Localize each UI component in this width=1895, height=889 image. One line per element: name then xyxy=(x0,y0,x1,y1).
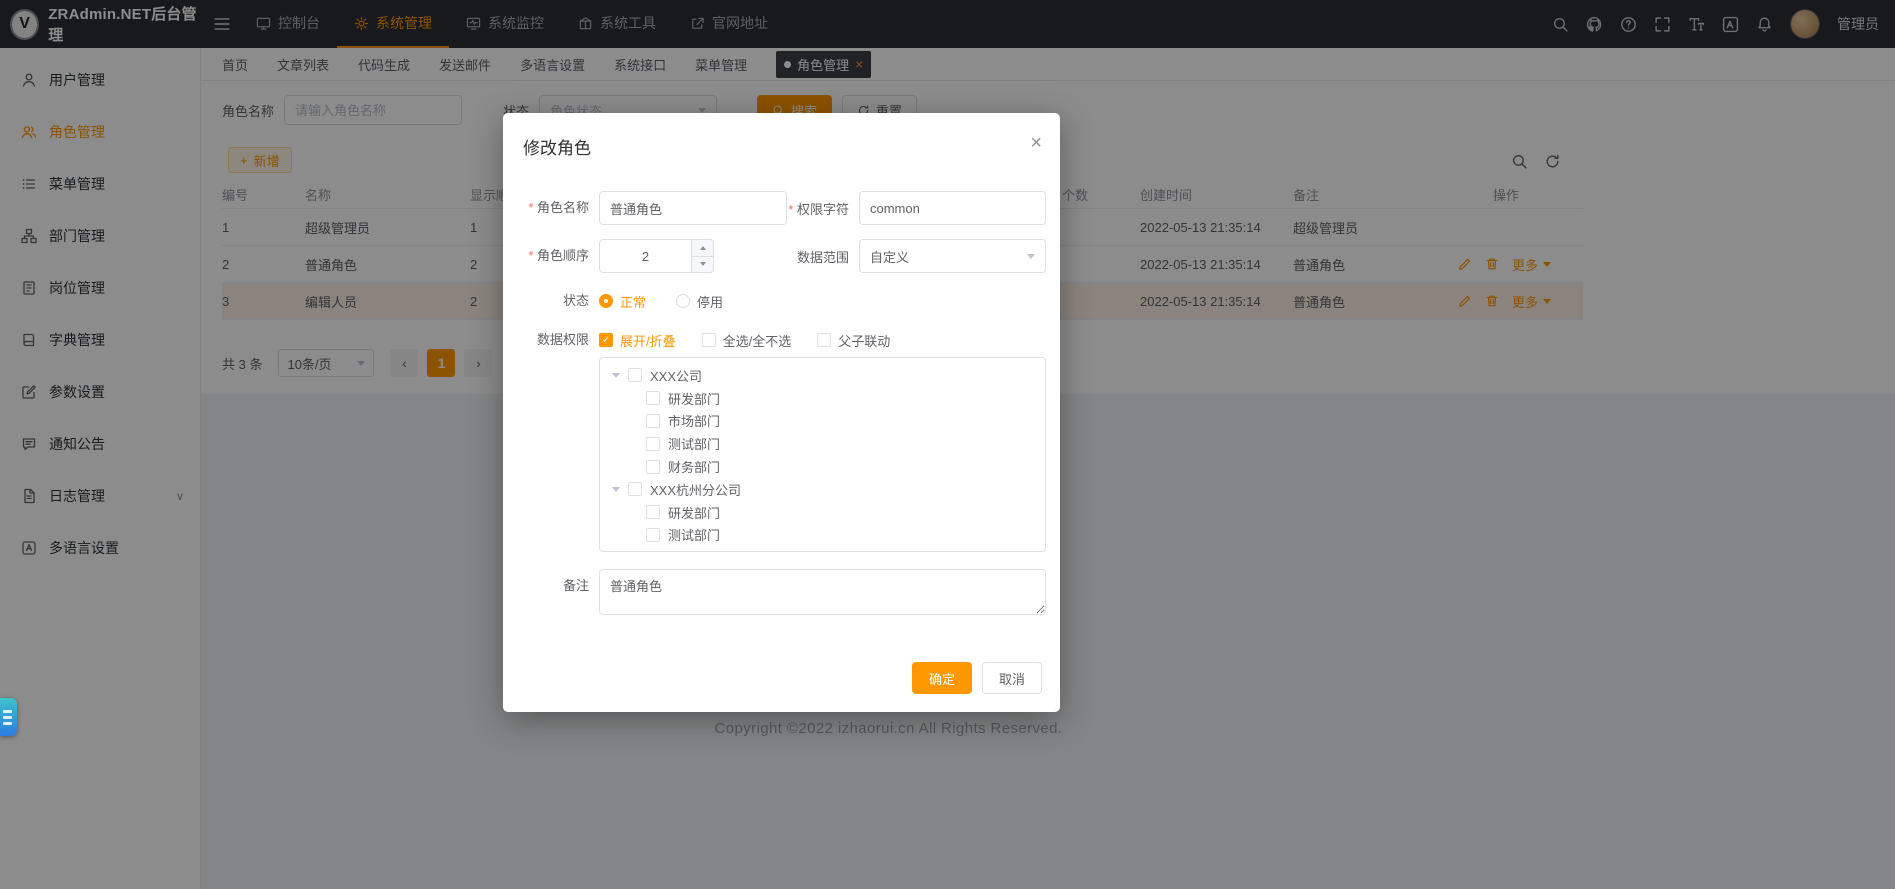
tree-checkbox[interactable] xyxy=(646,505,660,519)
chevron-down-icon xyxy=(1027,254,1035,259)
tree-node-label: 研发部门 xyxy=(668,389,720,408)
status-radio-normal[interactable]: 正常 xyxy=(599,292,646,311)
stepper-up-icon[interactable] xyxy=(692,240,713,257)
data-scope-select[interactable]: 自定义 xyxy=(859,239,1046,273)
checkbox-label: 全选/全不选 xyxy=(723,331,792,350)
tree-expand-icon[interactable] xyxy=(612,487,620,492)
checkbox-label: 展开/折叠 xyxy=(620,331,676,350)
perm-char-label: 权限字符 xyxy=(787,199,859,218)
radio-label: 正常 xyxy=(620,292,646,311)
tree-node-label: XXX杭州分公司 xyxy=(650,480,741,499)
tree-node-label: 测试部门 xyxy=(668,525,720,544)
radio-checked-icon xyxy=(599,294,613,308)
tree-node-label: 市场部门 xyxy=(668,411,720,430)
tree-node-label: 测试部门 xyxy=(668,434,720,453)
remark-label: 备注 xyxy=(517,569,599,615)
tree-node[interactable]: XXX杭州分公司 xyxy=(600,478,1045,501)
parent-child-link-checkbox[interactable]: 父子联动 xyxy=(817,331,890,350)
expand-collapse-checkbox[interactable]: ✓ 展开/折叠 xyxy=(599,331,676,350)
checkbox-checked-icon: ✓ xyxy=(599,333,613,347)
tree-node-label: 财务部门 xyxy=(668,457,720,476)
permission-tree: XXX公司 研发部门 市场部门 测试部门 xyxy=(599,357,1046,552)
dialog-title: 修改角色 xyxy=(503,113,1060,159)
edit-role-dialog: 修改角色 × 角色名称 权限字符 角色顺序 xyxy=(503,113,1060,712)
tree-checkbox[interactable] xyxy=(628,368,642,382)
dialog-body: 角色名称 权限字符 角色顺序 数据范围 xyxy=(503,159,1060,615)
perm-char-input[interactable] xyxy=(859,191,1046,225)
dialog-close-icon[interactable]: × xyxy=(1030,133,1042,153)
tree-checkbox[interactable] xyxy=(628,482,642,496)
widget-bar xyxy=(3,716,12,719)
radio-unchecked-icon xyxy=(676,294,690,308)
tree-node[interactable]: 研发部门 xyxy=(600,501,1045,524)
role-name-input[interactable] xyxy=(599,191,787,225)
dialog-footer: 确定 取消 xyxy=(912,662,1042,694)
floating-widget[interactable] xyxy=(0,698,17,736)
tree-checkbox[interactable] xyxy=(646,391,660,405)
data-scope-value: 自定义 xyxy=(870,247,909,266)
checkbox-label: 父子联动 xyxy=(838,331,890,350)
tree-spacer xyxy=(517,357,599,552)
tree-checkbox[interactable] xyxy=(646,437,660,451)
role-order-label: 角色顺序 xyxy=(517,248,599,264)
select-all-checkbox[interactable]: 全选/全不选 xyxy=(702,331,792,350)
tree-node-label: XXX公司 xyxy=(650,366,702,385)
checkbox-unchecked-icon xyxy=(817,333,831,347)
tree-checkbox[interactable] xyxy=(646,460,660,474)
tree-node[interactable]: 财务部门 xyxy=(600,455,1045,478)
tree-expand-icon[interactable] xyxy=(612,373,620,378)
tree-node[interactable]: XXX公司 xyxy=(600,364,1045,387)
tree-checkbox[interactable] xyxy=(646,528,660,542)
confirm-button[interactable]: 确定 xyxy=(912,662,972,694)
status-label: 状态 xyxy=(517,293,599,309)
remark-textarea[interactable]: 普通角色 xyxy=(599,569,1046,615)
status-radio-disabled[interactable]: 停用 xyxy=(676,292,723,311)
checkbox-unchecked-icon xyxy=(702,333,716,347)
widget-bar xyxy=(3,722,12,725)
tree-node[interactable]: 市场部门 xyxy=(600,410,1045,433)
tree-node-label: 研发部门 xyxy=(668,503,720,522)
tree-node[interactable]: 测试部门 xyxy=(600,524,1045,547)
cancel-button[interactable]: 取消 xyxy=(982,662,1042,694)
data-permission-label: 数据权限 xyxy=(517,332,599,348)
data-scope-label: 数据范围 xyxy=(787,247,859,266)
role-order-stepper xyxy=(599,239,714,273)
tree-node[interactable]: 研发部门 xyxy=(600,387,1045,410)
tree-node[interactable]: 测试部门 xyxy=(600,432,1045,455)
stepper-down-icon[interactable] xyxy=(692,257,713,273)
role-name-label: 角色名称 xyxy=(517,200,599,216)
tree-checkbox[interactable] xyxy=(646,414,660,428)
radio-label: 停用 xyxy=(697,292,723,311)
widget-bar xyxy=(3,710,12,713)
role-order-input[interactable] xyxy=(600,240,691,272)
